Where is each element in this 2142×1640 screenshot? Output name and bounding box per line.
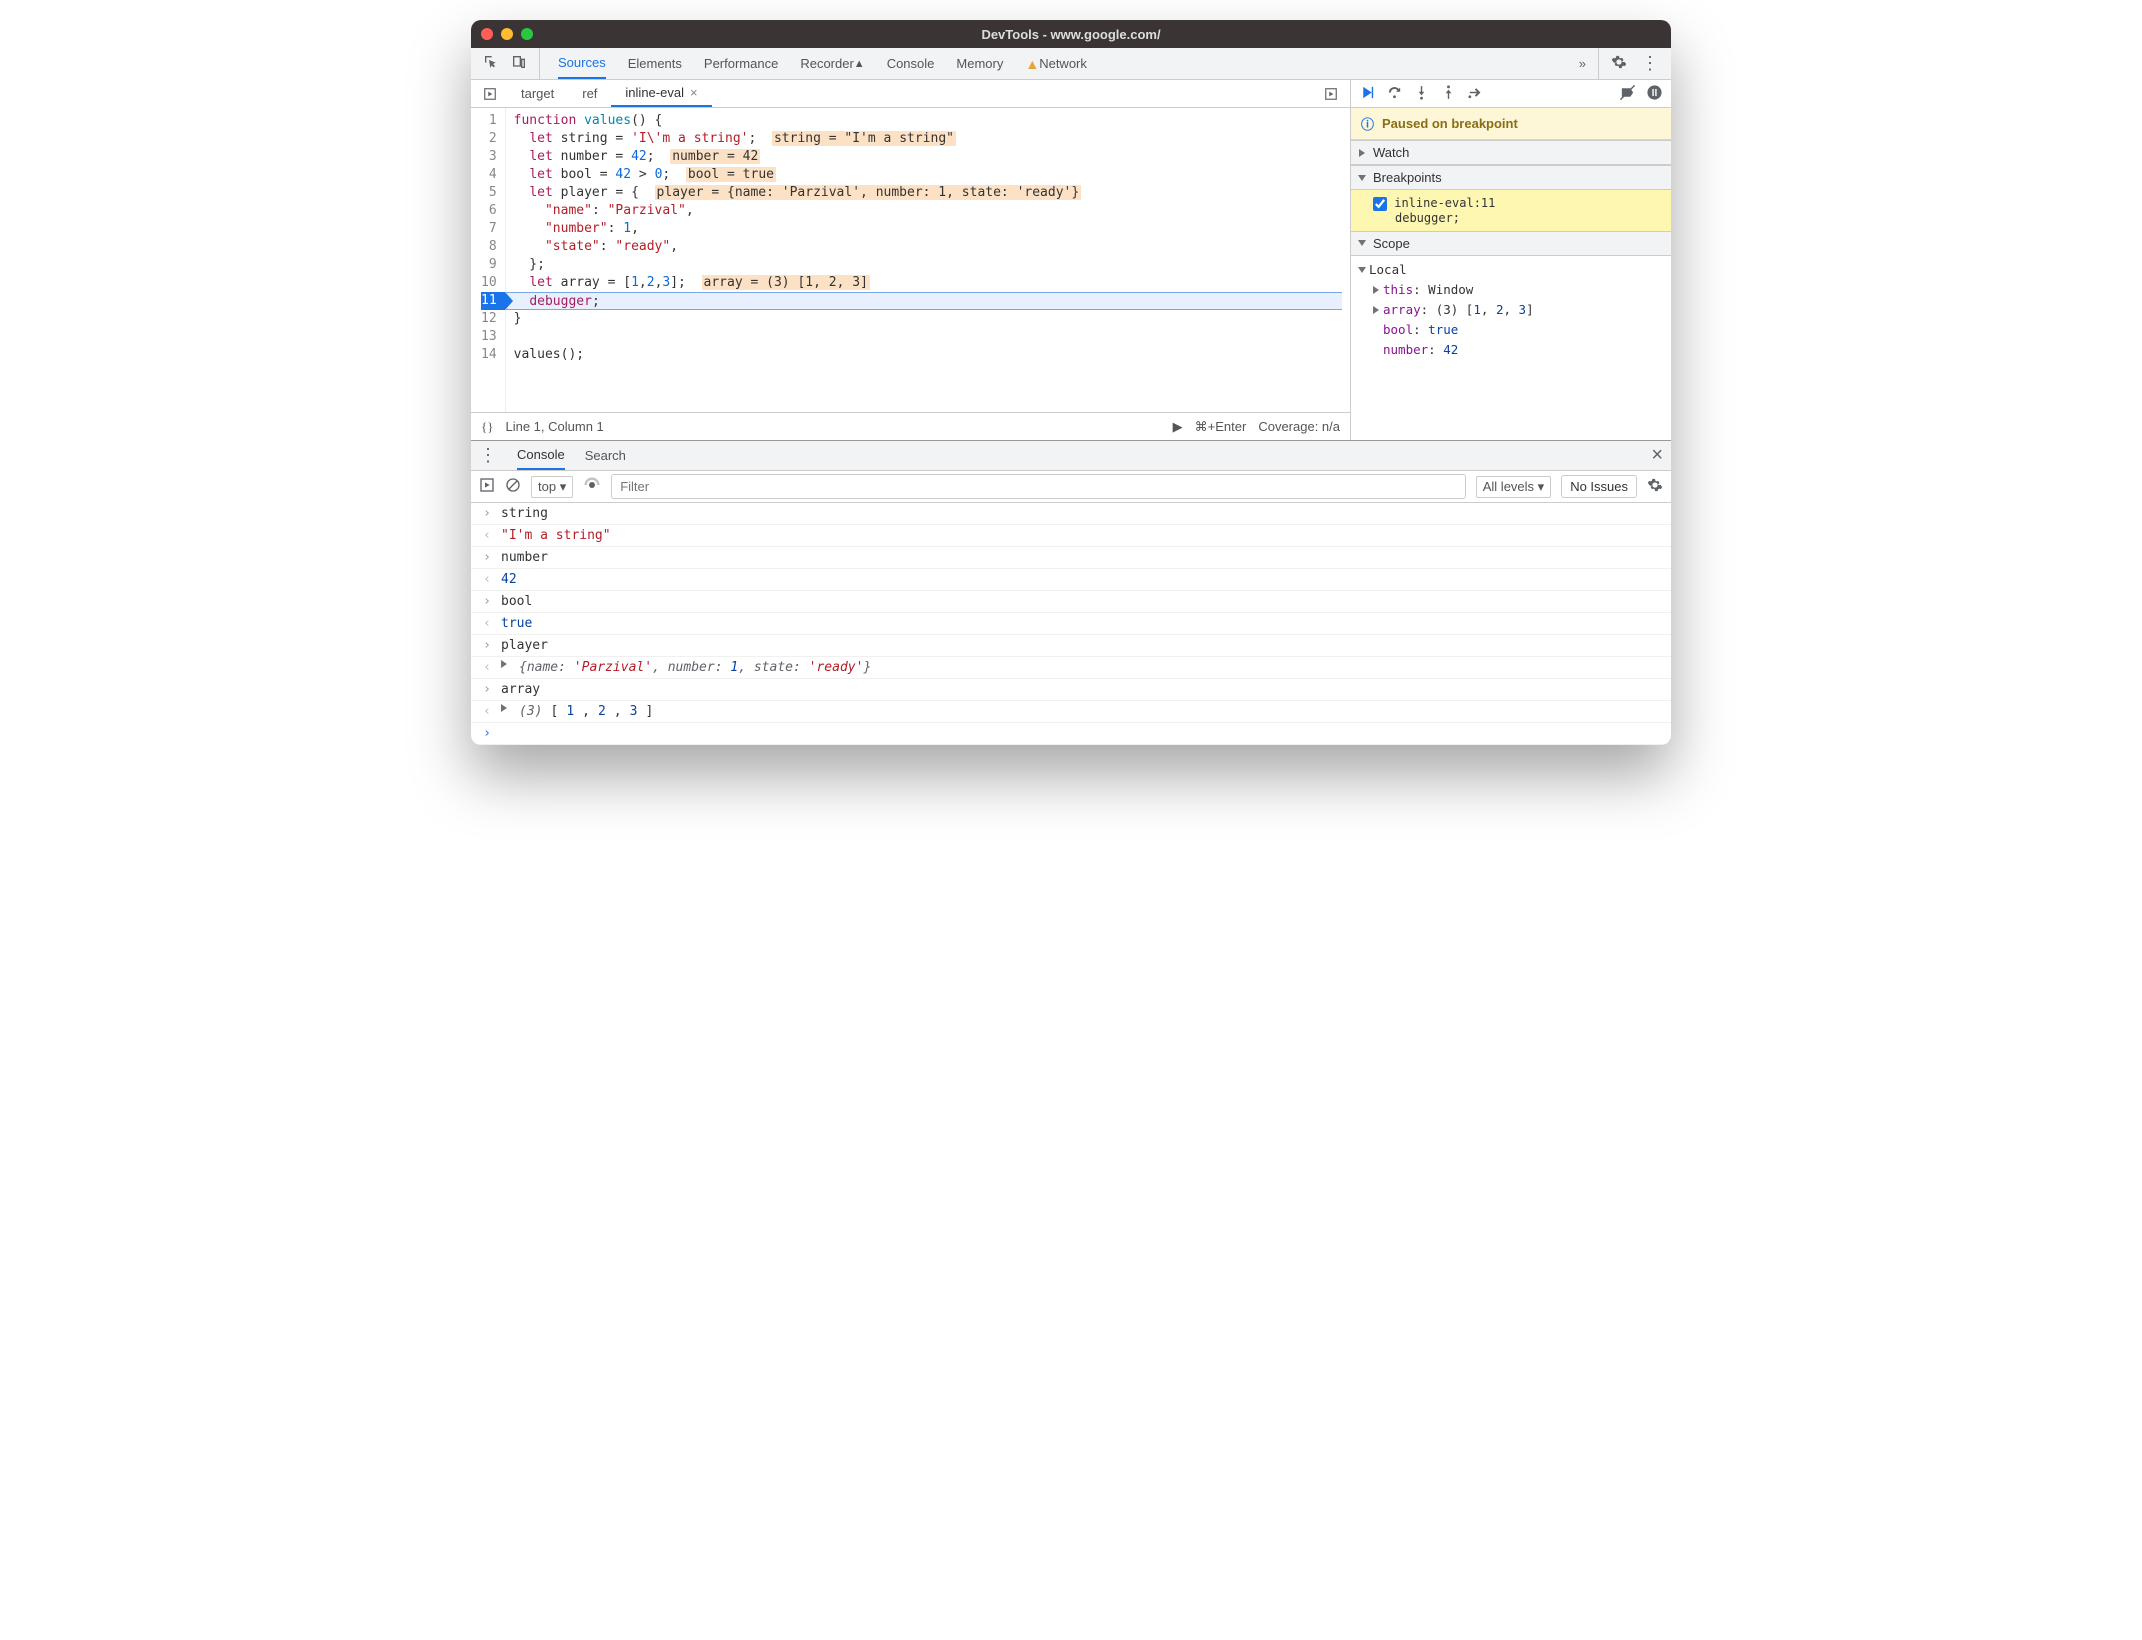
- step-into-icon[interactable]: [1413, 84, 1430, 104]
- console-row: ‹42: [471, 569, 1671, 591]
- main-split: targetrefinline-eval× 123456789101112131…: [471, 80, 1671, 440]
- console-output[interactable]: ›string‹"I'm a string"›number‹42›bool‹tr…: [471, 503, 1671, 745]
- scope-body: Local this: Windowarray: (3) [1, 2, 3]bo…: [1351, 256, 1671, 364]
- drawer-tab-search[interactable]: Search: [585, 441, 626, 470]
- more-tabs-icon[interactable]: »: [1567, 56, 1598, 71]
- drawer-tab-bar: ⋮ Console Search ×: [471, 441, 1671, 471]
- console-row: ‹true: [471, 613, 1671, 635]
- console-prompt[interactable]: ›: [471, 723, 1671, 745]
- console-sidebar-toggle-icon[interactable]: [479, 477, 495, 496]
- breakpoint-item[interactable]: inline-eval:11debugger;: [1351, 190, 1671, 231]
- context-selector[interactable]: top ▾: [531, 476, 573, 498]
- console-filter-input[interactable]: [611, 474, 1466, 499]
- coverage-label: Coverage: n/a: [1258, 419, 1340, 434]
- run-shortcut: ⌘+Enter: [1195, 419, 1247, 435]
- navigator-toggle-icon[interactable]: [477, 87, 503, 101]
- console-row: ›player: [471, 635, 1671, 657]
- scope-entry[interactable]: this: Window: [1373, 280, 1663, 300]
- pause-exceptions-icon[interactable]: [1646, 84, 1663, 104]
- panel-tab-recorder[interactable]: Recorder ▲: [800, 48, 864, 79]
- console-settings-icon[interactable]: [1647, 477, 1663, 496]
- deactivate-breakpoints-icon[interactable]: [1619, 84, 1636, 104]
- scope-entry[interactable]: bool: true: [1373, 320, 1663, 340]
- console-toolbar: top ▾ All levels ▾ No Issues: [471, 471, 1671, 503]
- issues-button[interactable]: No Issues: [1561, 475, 1637, 498]
- close-window-button[interactable]: [481, 28, 493, 40]
- file-tab-ref[interactable]: ref: [568, 80, 611, 107]
- window-title: DevTools - www.google.com/: [471, 27, 1671, 42]
- breakpoint-checkbox[interactable]: [1373, 197, 1387, 211]
- panel-tab-sources[interactable]: Sources: [558, 48, 606, 79]
- console-row: ›bool: [471, 591, 1671, 613]
- console-row: ‹{name: 'Parzival', number: 1, state: 'r…: [471, 657, 1671, 679]
- step-icon[interactable]: [1467, 84, 1484, 104]
- snippets-run-icon[interactable]: [1318, 87, 1344, 101]
- console-row: ›string: [471, 503, 1671, 525]
- debugger-pane: ⓘ Paused on breakpoint Watch Breakpoints…: [1351, 80, 1671, 440]
- panel-tab-performance[interactable]: Performance: [704, 48, 778, 79]
- editor-pane: targetrefinline-eval× 123456789101112131…: [471, 80, 1351, 440]
- clear-console-icon[interactable]: [505, 477, 521, 496]
- console-row: ›array: [471, 679, 1671, 701]
- panel-tab-console[interactable]: Console: [887, 48, 935, 79]
- panel-tab-memory[interactable]: Memory: [956, 48, 1003, 79]
- inspect-element-icon[interactable]: [483, 54, 499, 73]
- breakpoints-section-header[interactable]: Breakpoints: [1351, 165, 1671, 190]
- panel-tab-network[interactable]: ▲ Network: [1025, 48, 1087, 79]
- scope-section-header[interactable]: Scope: [1351, 231, 1671, 256]
- close-tab-icon[interactable]: ×: [690, 85, 698, 100]
- file-tab-inline-eval[interactable]: inline-eval×: [611, 80, 711, 107]
- minimize-window-button[interactable]: [501, 28, 513, 40]
- console-row: ‹(3) [1, 2, 3]: [471, 701, 1671, 723]
- kebab-menu-icon[interactable]: ⋮: [1641, 53, 1659, 74]
- titlebar: DevTools - www.google.com/: [471, 20, 1671, 48]
- devtools-window: DevTools - www.google.com/ Sources Elemen…: [471, 20, 1671, 745]
- console-row: ›number: [471, 547, 1671, 569]
- scope-entry[interactable]: array: (3) [1, 2, 3]: [1373, 300, 1663, 320]
- file-tab-target[interactable]: target: [507, 80, 568, 107]
- panel-tab-elements[interactable]: Elements: [628, 48, 682, 79]
- editor-status-bar: {} Line 1, Column 1 ▶ ⌘+Enter Coverage: …: [471, 412, 1350, 440]
- log-levels-selector[interactable]: All levels ▾: [1476, 476, 1551, 498]
- file-tab-bar: targetrefinline-eval×: [471, 80, 1350, 108]
- scope-local-header[interactable]: Local: [1359, 260, 1663, 280]
- live-expression-icon[interactable]: [583, 476, 601, 497]
- paused-label: Paused on breakpoint: [1382, 116, 1518, 131]
- main-toolbar: Sources Elements Performance Recorder ▲ Cons…: [471, 48, 1671, 80]
- close-drawer-icon[interactable]: ×: [1651, 444, 1663, 467]
- debugger-toolbar: [1351, 80, 1671, 108]
- scope-entry[interactable]: number: 42: [1373, 340, 1663, 360]
- drawer: ⋮ Console Search × top ▾ All levels ▾ No …: [471, 440, 1671, 745]
- drawer-tab-console[interactable]: Console: [517, 441, 565, 470]
- traffic-lights: [481, 28, 533, 40]
- code-editor[interactable]: 1234567891011121314 function values() { …: [471, 108, 1350, 412]
- step-over-icon[interactable]: [1386, 84, 1403, 104]
- resume-icon[interactable]: [1359, 84, 1376, 104]
- info-icon: ⓘ: [1361, 114, 1374, 133]
- drawer-menu-icon[interactable]: ⋮: [479, 445, 497, 466]
- paused-banner: ⓘ Paused on breakpoint: [1351, 108, 1671, 140]
- cursor-position: Line 1, Column 1: [505, 419, 603, 434]
- pretty-print-icon[interactable]: {}: [481, 419, 493, 435]
- watch-section-header[interactable]: Watch: [1351, 140, 1671, 165]
- console-row: ‹"I'm a string": [471, 525, 1671, 547]
- run-icon[interactable]: ▶: [1173, 419, 1183, 435]
- zoom-window-button[interactable]: [521, 28, 533, 40]
- step-out-icon[interactable]: [1440, 84, 1457, 104]
- settings-icon[interactable]: [1611, 54, 1627, 73]
- device-toolbar-icon[interactable]: [511, 54, 527, 73]
